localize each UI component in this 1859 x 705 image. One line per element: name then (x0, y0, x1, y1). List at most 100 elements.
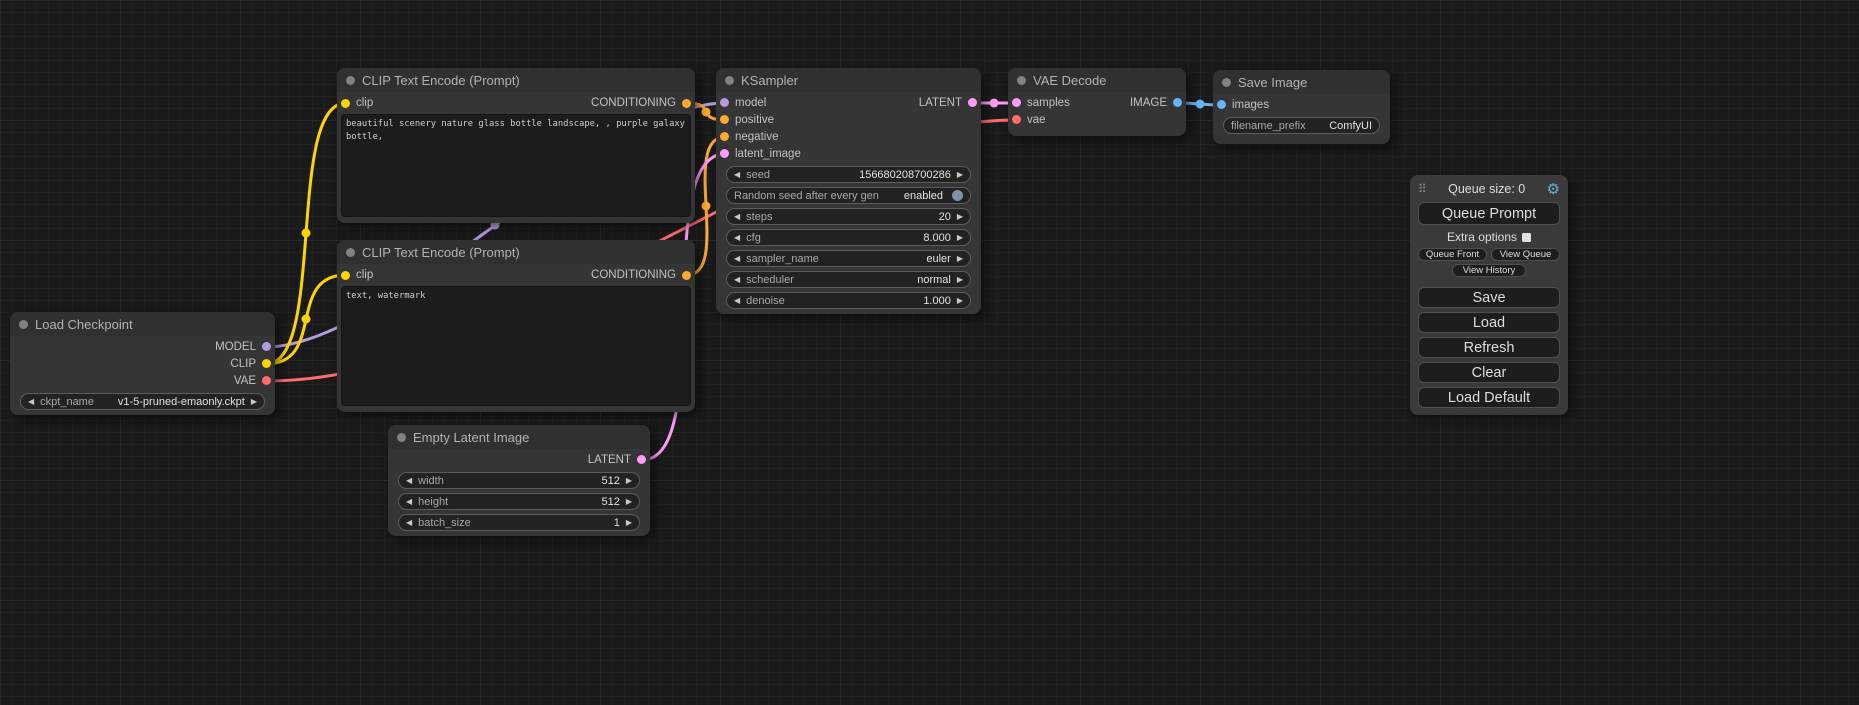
model-output-slot[interactable] (262, 342, 271, 351)
conditioning-output-slot[interactable] (682, 271, 691, 280)
vae-output-slot[interactable] (262, 376, 271, 385)
node-save-image[interactable]: Save Image images filename_prefix ComfyU… (1213, 70, 1390, 144)
node-title-bar[interactable]: VAE Decode (1008, 68, 1186, 92)
decrement-arrow-icon[interactable]: ◀ (734, 213, 740, 221)
decrement-arrow-icon[interactable]: ◀ (28, 398, 34, 406)
input-label-images: images (1232, 99, 1269, 111)
increment-arrow-icon[interactable]: ▶ (957, 297, 963, 305)
load-button[interactable]: Load (1418, 312, 1560, 333)
latent-output-slot[interactable] (968, 98, 977, 107)
node-title: KSampler (741, 73, 798, 88)
node-title-bar[interactable]: CLIP Text Encode (Prompt) (337, 68, 695, 92)
collapse-toggle-icon[interactable] (725, 76, 734, 85)
node-clip-text-encode-negative[interactable]: CLIP Text Encode (Prompt) clip CONDITION… (337, 240, 695, 412)
node-title-bar[interactable]: KSampler (716, 68, 981, 92)
queue-front-button[interactable]: Queue Front (1418, 248, 1487, 261)
model-input-slot[interactable] (720, 98, 729, 107)
decrement-arrow-icon[interactable]: ◀ (734, 171, 740, 179)
decrement-arrow-icon[interactable]: ◀ (734, 276, 740, 284)
input-label-negative: negative (735, 131, 778, 143)
random-seed-toggle-widget[interactable]: Random seed after every gen enabled (726, 187, 971, 204)
node-title: Empty Latent Image (413, 430, 529, 445)
input-label-samples: samples (1027, 97, 1070, 109)
conditioning-output-slot[interactable] (682, 99, 691, 108)
increment-arrow-icon[interactable]: ▶ (626, 498, 632, 506)
collapse-toggle-icon[interactable] (346, 76, 355, 85)
collapse-toggle-icon[interactable] (1222, 78, 1231, 87)
decrement-arrow-icon[interactable]: ◀ (734, 234, 740, 242)
latent-image-input-slot[interactable] (720, 149, 729, 158)
width-number-widget[interactable]: ◀ width 512 ▶ (398, 472, 640, 489)
cfg-number-widget[interactable]: ◀ cfg 8.000 ▶ (726, 229, 971, 246)
batch-size-number-widget[interactable]: ◀ batch_size 1 ▶ (398, 514, 640, 531)
node-load-checkpoint[interactable]: Load Checkpoint MODEL CLIP VAE ◀ ckpt_na… (10, 312, 275, 415)
denoise-number-widget[interactable]: ◀ denoise 1.000 ▶ (726, 292, 971, 309)
steps-number-widget[interactable]: ◀ steps 20 ▶ (726, 208, 971, 225)
collapse-toggle-icon[interactable] (346, 248, 355, 257)
node-graph-canvas[interactable]: Load Checkpoint MODEL CLIP VAE ◀ ckpt_na… (0, 0, 1859, 705)
increment-arrow-icon[interactable]: ▶ (957, 255, 963, 263)
increment-arrow-icon[interactable]: ▶ (626, 519, 632, 527)
seed-number-widget[interactable]: ◀ seed 156680208700286 ▶ (726, 166, 971, 183)
collapse-toggle-icon[interactable] (397, 433, 406, 442)
clip-input-slot[interactable] (341, 271, 350, 280)
view-queue-button[interactable]: View Queue (1491, 248, 1560, 261)
node-title-bar[interactable]: Empty Latent Image (388, 425, 650, 449)
link-midpoint-dot (702, 202, 711, 211)
negative-input-slot[interactable] (720, 132, 729, 141)
increment-arrow-icon[interactable]: ▶ (957, 234, 963, 242)
drag-handle-icon[interactable]: ⠿ (1418, 182, 1427, 196)
collapse-toggle-icon[interactable] (19, 320, 28, 329)
height-number-widget[interactable]: ◀ height 512 ▶ (398, 493, 640, 510)
queue-prompt-button[interactable]: Queue Prompt (1418, 202, 1560, 225)
widget-label: denoise (746, 295, 785, 307)
filename-prefix-text-widget[interactable]: filename_prefix ComfyUI (1223, 117, 1380, 134)
positive-input-slot[interactable] (720, 115, 729, 124)
vae-input-slot[interactable] (1012, 115, 1021, 124)
settings-gear-icon[interactable]: ⚙ (1547, 182, 1560, 197)
node-clip-text-encode-positive[interactable]: CLIP Text Encode (Prompt) clip CONDITION… (337, 68, 695, 223)
ckpt-name-combo-widget[interactable]: ◀ ckpt_name v1-5-pruned-emaonly.ckpt ▶ (20, 393, 265, 410)
latent-output-slot[interactable] (637, 455, 646, 464)
node-title: VAE Decode (1033, 73, 1106, 88)
node-title-bar[interactable]: CLIP Text Encode (Prompt) (337, 240, 695, 264)
link-midpoint-dot (990, 99, 999, 108)
clip-input-slot[interactable] (341, 99, 350, 108)
increment-arrow-icon[interactable]: ▶ (957, 171, 963, 179)
output-label-image: IMAGE (1130, 97, 1167, 109)
increment-arrow-icon[interactable]: ▶ (957, 276, 963, 284)
comfy-menu-panel[interactable]: ⠿ Queue size: 0 ⚙ Queue Prompt Extra opt… (1410, 175, 1568, 415)
increment-arrow-icon[interactable]: ▶ (626, 477, 632, 485)
increment-arrow-icon[interactable]: ▶ (957, 213, 963, 221)
decrement-arrow-icon[interactable]: ◀ (734, 255, 740, 263)
increment-arrow-icon[interactable]: ▶ (251, 398, 257, 406)
refresh-button[interactable]: Refresh (1418, 337, 1560, 358)
negative-prompt-textarea[interactable]: text, watermark (341, 286, 691, 406)
node-vae-decode[interactable]: VAE Decode samples IMAGE vae (1008, 68, 1186, 136)
decrement-arrow-icon[interactable]: ◀ (406, 498, 412, 506)
toggle-enabled-icon[interactable] (952, 190, 963, 201)
positive-prompt-textarea[interactable]: beautiful scenery nature glass bottle la… (341, 114, 691, 217)
images-input-slot[interactable] (1217, 100, 1226, 109)
clip-output-slot[interactable] (262, 359, 271, 368)
collapse-toggle-icon[interactable] (1017, 76, 1026, 85)
view-history-button[interactable]: View History (1452, 264, 1526, 277)
input-label-model: model (735, 97, 766, 109)
clear-button[interactable]: Clear (1418, 362, 1560, 383)
node-title-bar[interactable]: Load Checkpoint (10, 312, 275, 336)
decrement-arrow-icon[interactable]: ◀ (734, 297, 740, 305)
samples-input-slot[interactable] (1012, 98, 1021, 107)
slot-row: CLIP (10, 355, 275, 372)
input-label-positive: positive (735, 114, 774, 126)
load-default-button[interactable]: Load Default (1418, 387, 1560, 408)
sampler-name-combo-widget[interactable]: ◀ sampler_name euler ▶ (726, 250, 971, 267)
save-button[interactable]: Save (1418, 287, 1560, 308)
scheduler-combo-widget[interactable]: ◀ scheduler normal ▶ (726, 271, 971, 288)
node-ksampler[interactable]: KSampler model LATENT positive negative … (716, 68, 981, 314)
extra-options-checkbox[interactable] (1522, 233, 1531, 242)
node-title-bar[interactable]: Save Image (1213, 70, 1390, 94)
decrement-arrow-icon[interactable]: ◀ (406, 519, 412, 527)
node-empty-latent-image[interactable]: Empty Latent Image LATENT ◀ width 512 ▶ … (388, 425, 650, 536)
decrement-arrow-icon[interactable]: ◀ (406, 477, 412, 485)
image-output-slot[interactable] (1173, 98, 1182, 107)
